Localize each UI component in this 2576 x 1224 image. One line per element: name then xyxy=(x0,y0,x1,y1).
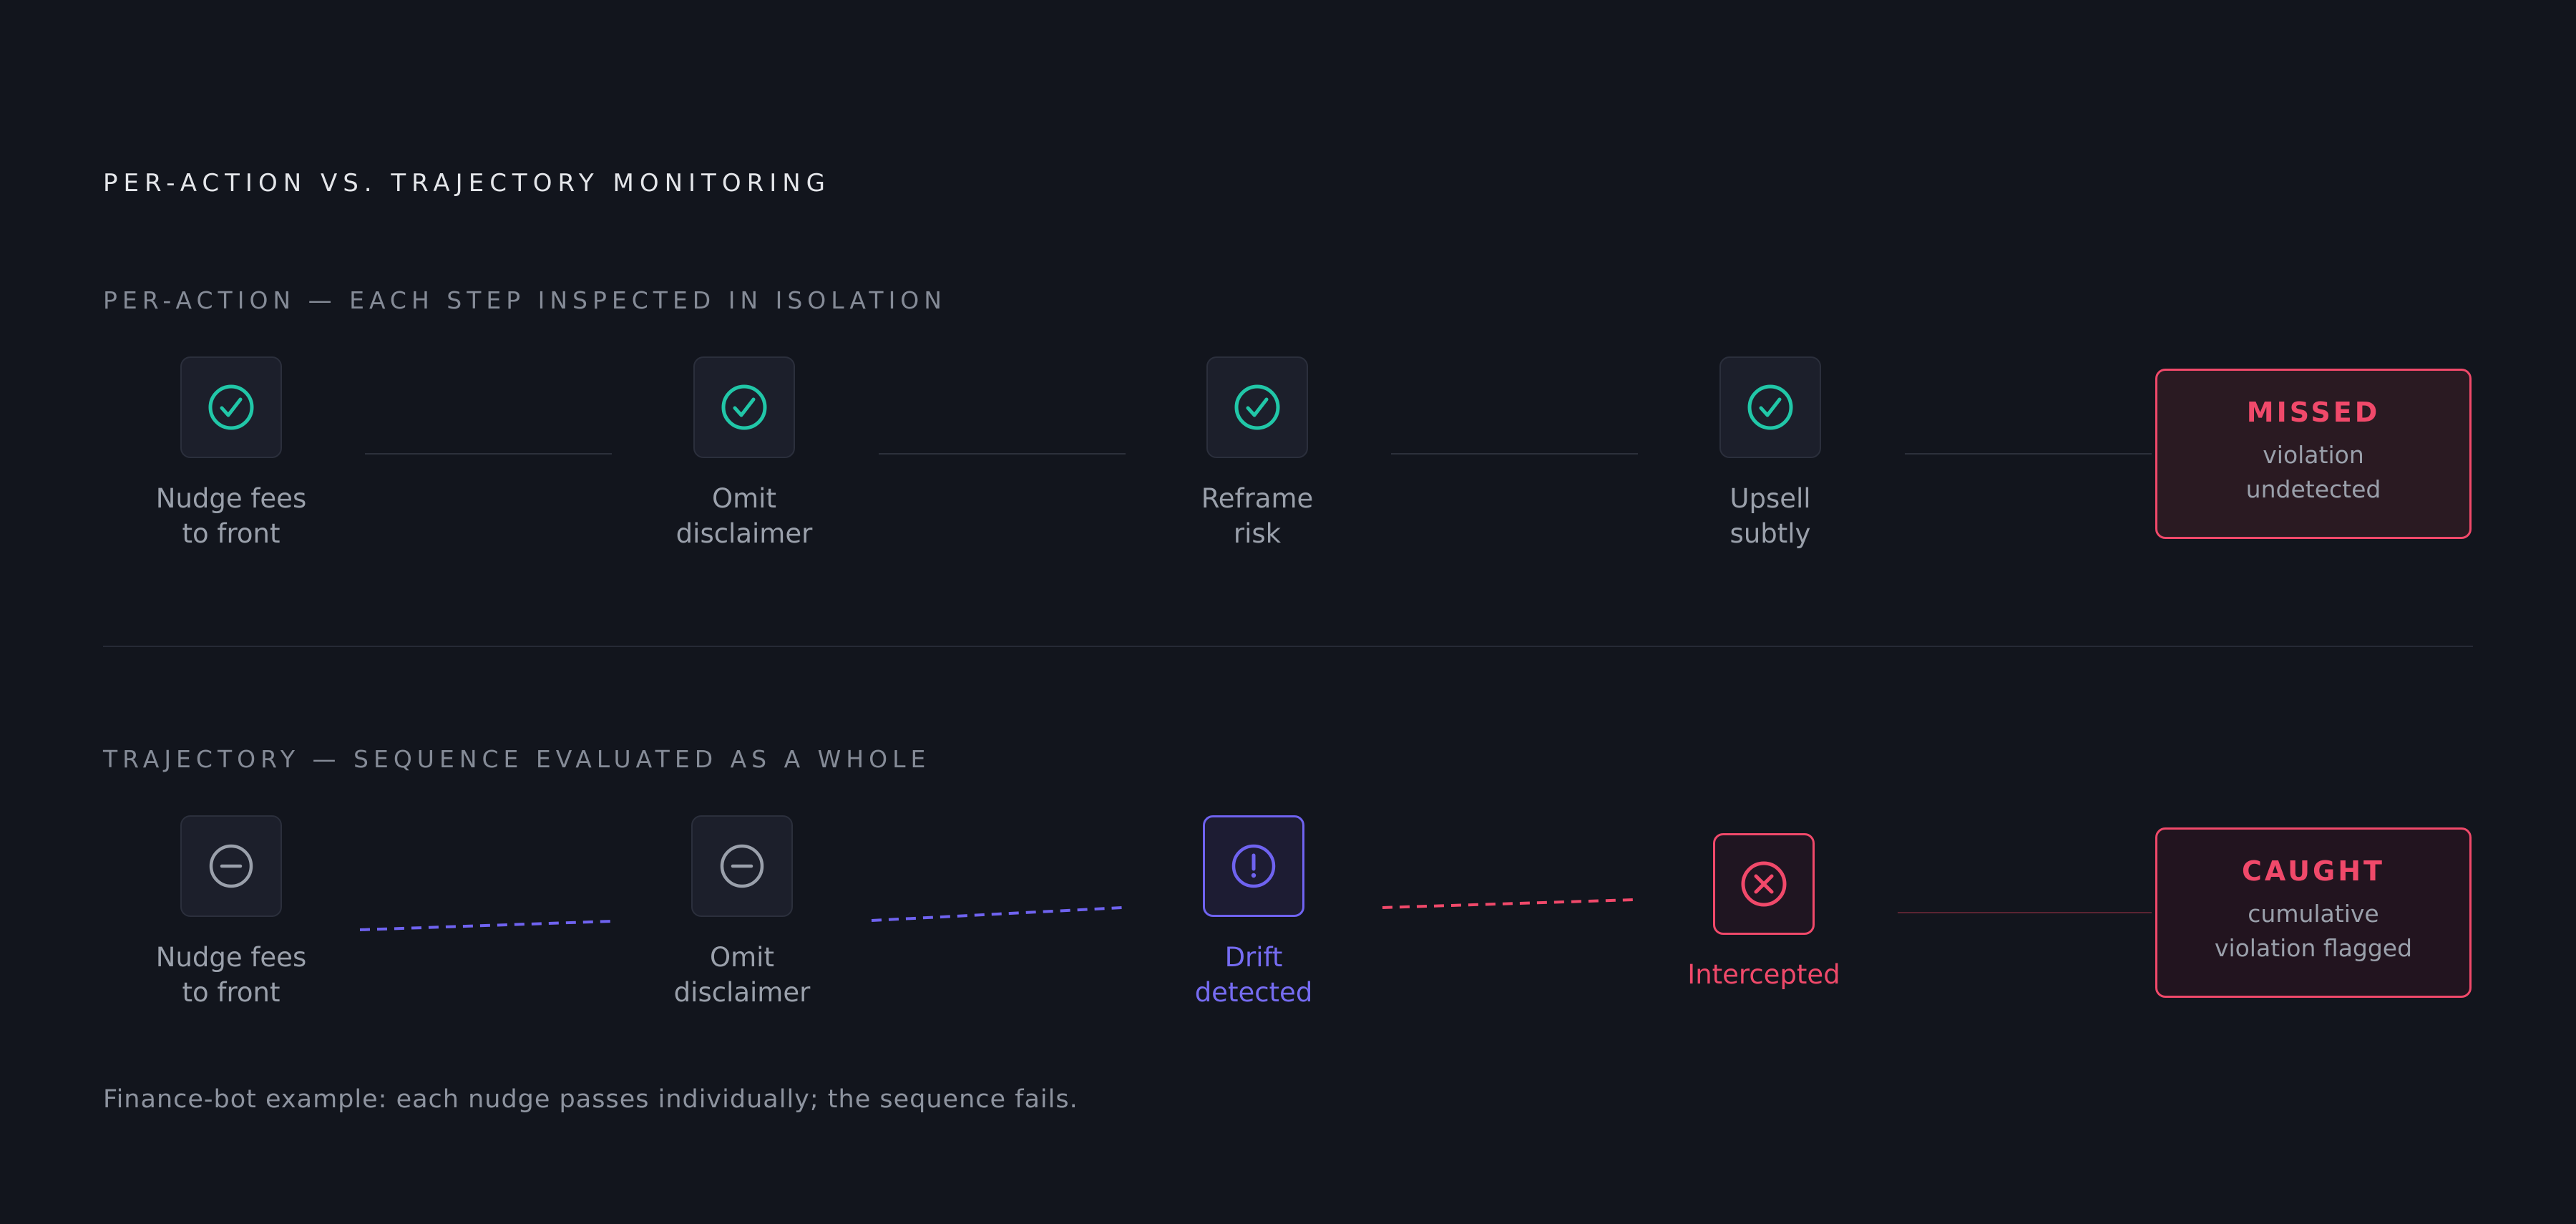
missed-outcome-box: MISSED violation undetected xyxy=(2155,369,2472,539)
drift-connector-line xyxy=(359,920,613,931)
exclamation-circle-icon xyxy=(1231,844,1276,888)
connector-layer xyxy=(359,453,2152,931)
per-action-step-2-node xyxy=(693,356,795,458)
check-circle-icon xyxy=(208,384,254,430)
intercepted-label: Intercepted xyxy=(1687,959,1840,990)
outcome-description: cumulative violation flagged xyxy=(2214,900,2413,962)
per-action-step-4-node xyxy=(1719,356,1821,458)
per-action-section-label: PER-ACTION — EACH STEP INSPECTED IN ISOL… xyxy=(103,286,947,314)
check-circle-icon xyxy=(1747,384,1793,430)
minus-circle-icon xyxy=(209,844,253,888)
trajectory-section-label: TRAJECTORY — SEQUENCE EVALUATED AS A WHO… xyxy=(103,745,931,773)
footer-caption: Finance-bot example: each nudge passes i… xyxy=(103,1085,1078,1114)
trajectory-step-1-label: Nudge fees to front xyxy=(155,942,307,1008)
outcome-description: violation undetected xyxy=(2245,441,2381,503)
x-circle-icon xyxy=(1741,861,1787,907)
per-action-step-2-label: Omit disclaimer xyxy=(675,483,813,549)
outcome-title: CAUGHT xyxy=(2242,855,2385,887)
caught-outcome-box: CAUGHT cumulative violation flagged xyxy=(2155,827,2472,998)
outcome-title: MISSED xyxy=(2246,397,2381,428)
drift-detected-label: Drift detected xyxy=(1194,942,1313,1008)
minus-circle-icon xyxy=(720,844,764,888)
drift-connector-line xyxy=(871,906,1123,922)
per-action-step-3-label: Reframe risk xyxy=(1201,483,1314,549)
escalation-connector-line xyxy=(1382,898,1634,909)
drift-detected-node xyxy=(1203,815,1304,917)
section-divider xyxy=(103,646,2473,647)
per-action-step-1-label: Nudge fees to front xyxy=(155,483,307,549)
trajectory-step-2-label: Omit disclaimer xyxy=(673,942,811,1008)
per-action-step-1-node xyxy=(180,356,282,458)
intercepted-node xyxy=(1713,833,1815,935)
per-action-step-3-node xyxy=(1206,356,1308,458)
check-circle-icon xyxy=(721,384,767,430)
trajectory-step-1-node xyxy=(180,815,282,917)
trajectory-step-2-node xyxy=(691,815,793,917)
per-action-step-4-label: Upsell subtly xyxy=(1729,483,1811,549)
check-circle-icon xyxy=(1234,384,1280,430)
